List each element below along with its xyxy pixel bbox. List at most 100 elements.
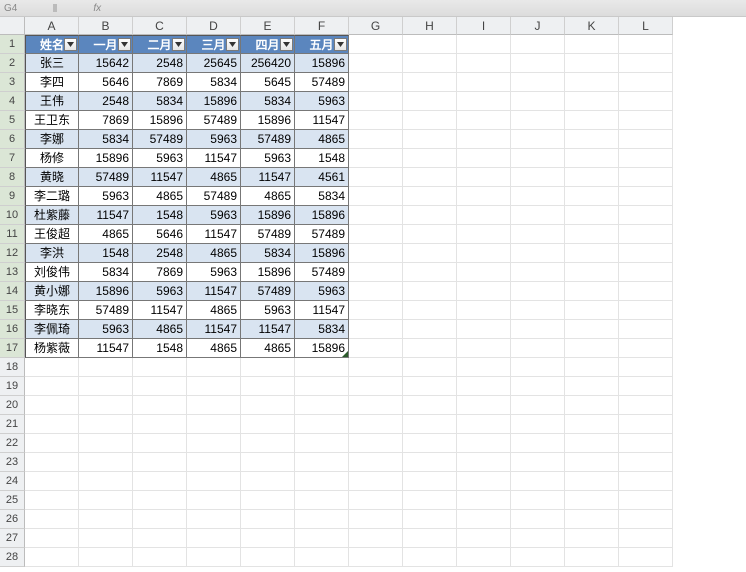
cell-B3[interactable]: 5646 [79, 73, 133, 92]
cell-B8[interactable]: 57489 [79, 168, 133, 187]
cell-A10[interactable]: 杜紫藤 [25, 206, 79, 225]
cell-D12[interactable]: 4865 [187, 244, 241, 263]
cell-B23[interactable] [79, 453, 133, 472]
cell-C12[interactable]: 2548 [133, 244, 187, 263]
cell-D15[interactable]: 4865 [187, 301, 241, 320]
cell-C3[interactable]: 7869 [133, 73, 187, 92]
cell-I27[interactable] [457, 529, 511, 548]
cell-K17[interactable] [565, 339, 619, 358]
cell-D8[interactable]: 4865 [187, 168, 241, 187]
cell-H17[interactable] [403, 339, 457, 358]
cell-G14[interactable] [349, 282, 403, 301]
cell-J16[interactable] [511, 320, 565, 339]
cell-G9[interactable] [349, 187, 403, 206]
cell-B15[interactable]: 57489 [79, 301, 133, 320]
cell-A14[interactable]: 黄小娜 [25, 282, 79, 301]
cell-K28[interactable] [565, 548, 619, 567]
cell-J26[interactable] [511, 510, 565, 529]
cell-A22[interactable] [25, 434, 79, 453]
cell-B25[interactable] [79, 491, 133, 510]
cell-F6[interactable]: 4865 [295, 130, 349, 149]
cell-D19[interactable] [187, 377, 241, 396]
row-header-25[interactable]: 25 [0, 491, 25, 510]
cell-G5[interactable] [349, 111, 403, 130]
cell-I18[interactable] [457, 358, 511, 377]
cell-K15[interactable] [565, 301, 619, 320]
cell-I3[interactable] [457, 73, 511, 92]
cell-I17[interactable] [457, 339, 511, 358]
cell-E7[interactable]: 5963 [241, 149, 295, 168]
cell-I13[interactable] [457, 263, 511, 282]
cell-I7[interactable] [457, 149, 511, 168]
cell-E15[interactable]: 5963 [241, 301, 295, 320]
cell-D9[interactable]: 57489 [187, 187, 241, 206]
cell-J7[interactable] [511, 149, 565, 168]
cell-E1[interactable]: 四月 [241, 35, 295, 54]
cell-C17[interactable]: 1548 [133, 339, 187, 358]
cell-F4[interactable]: 5963 [295, 92, 349, 111]
cell-K9[interactable] [565, 187, 619, 206]
column-header-I[interactable]: I [457, 17, 511, 35]
cell-B12[interactable]: 1548 [79, 244, 133, 263]
filter-dropdown-icon[interactable] [64, 38, 77, 51]
cell-J15[interactable] [511, 301, 565, 320]
cell-A2[interactable]: 张三 [25, 54, 79, 73]
cell-J4[interactable] [511, 92, 565, 111]
cell-B28[interactable] [79, 548, 133, 567]
column-header-L[interactable]: L [619, 17, 673, 35]
cell-K12[interactable] [565, 244, 619, 263]
cell-H1[interactable] [403, 35, 457, 54]
column-header-K[interactable]: K [565, 17, 619, 35]
cell-E2[interactable]: 256420 [241, 54, 295, 73]
cell-G19[interactable] [349, 377, 403, 396]
cell-A25[interactable] [25, 491, 79, 510]
cell-G25[interactable] [349, 491, 403, 510]
column-header-E[interactable]: E [241, 17, 295, 35]
cell-I9[interactable] [457, 187, 511, 206]
cell-G1[interactable] [349, 35, 403, 54]
cell-H10[interactable] [403, 206, 457, 225]
cell-G21[interactable] [349, 415, 403, 434]
cell-A28[interactable] [25, 548, 79, 567]
cell-J27[interactable] [511, 529, 565, 548]
cell-D23[interactable] [187, 453, 241, 472]
cell-K10[interactable] [565, 206, 619, 225]
cell-J14[interactable] [511, 282, 565, 301]
cell-A20[interactable] [25, 396, 79, 415]
cell-K1[interactable] [565, 35, 619, 54]
cell-G7[interactable] [349, 149, 403, 168]
cell-D20[interactable] [187, 396, 241, 415]
cell-L1[interactable] [619, 35, 673, 54]
cell-G3[interactable] [349, 73, 403, 92]
cell-A27[interactable] [25, 529, 79, 548]
cell-D24[interactable] [187, 472, 241, 491]
cell-A26[interactable] [25, 510, 79, 529]
cell-I28[interactable] [457, 548, 511, 567]
filter-dropdown-icon[interactable] [226, 38, 239, 51]
cell-F27[interactable] [295, 529, 349, 548]
cell-K7[interactable] [565, 149, 619, 168]
cell-I20[interactable] [457, 396, 511, 415]
cell-K18[interactable] [565, 358, 619, 377]
cell-G13[interactable] [349, 263, 403, 282]
cell-D7[interactable]: 11547 [187, 149, 241, 168]
cell-A7[interactable]: 杨修 [25, 149, 79, 168]
cell-H21[interactable] [403, 415, 457, 434]
cell-A17[interactable]: 杨紫薇 [25, 339, 79, 358]
row-header-3[interactable]: 3 [0, 73, 25, 92]
cell-H18[interactable] [403, 358, 457, 377]
row-header-15[interactable]: 15 [0, 301, 25, 320]
cell-K27[interactable] [565, 529, 619, 548]
cell-I22[interactable] [457, 434, 511, 453]
cell-H8[interactable] [403, 168, 457, 187]
cell-G12[interactable] [349, 244, 403, 263]
cell-K8[interactable] [565, 168, 619, 187]
cell-B18[interactable] [79, 358, 133, 377]
cell-H9[interactable] [403, 187, 457, 206]
cell-B22[interactable] [79, 434, 133, 453]
cell-C23[interactable] [133, 453, 187, 472]
cell-C21[interactable] [133, 415, 187, 434]
cell-L4[interactable] [619, 92, 673, 111]
cell-I15[interactable] [457, 301, 511, 320]
cell-L9[interactable] [619, 187, 673, 206]
